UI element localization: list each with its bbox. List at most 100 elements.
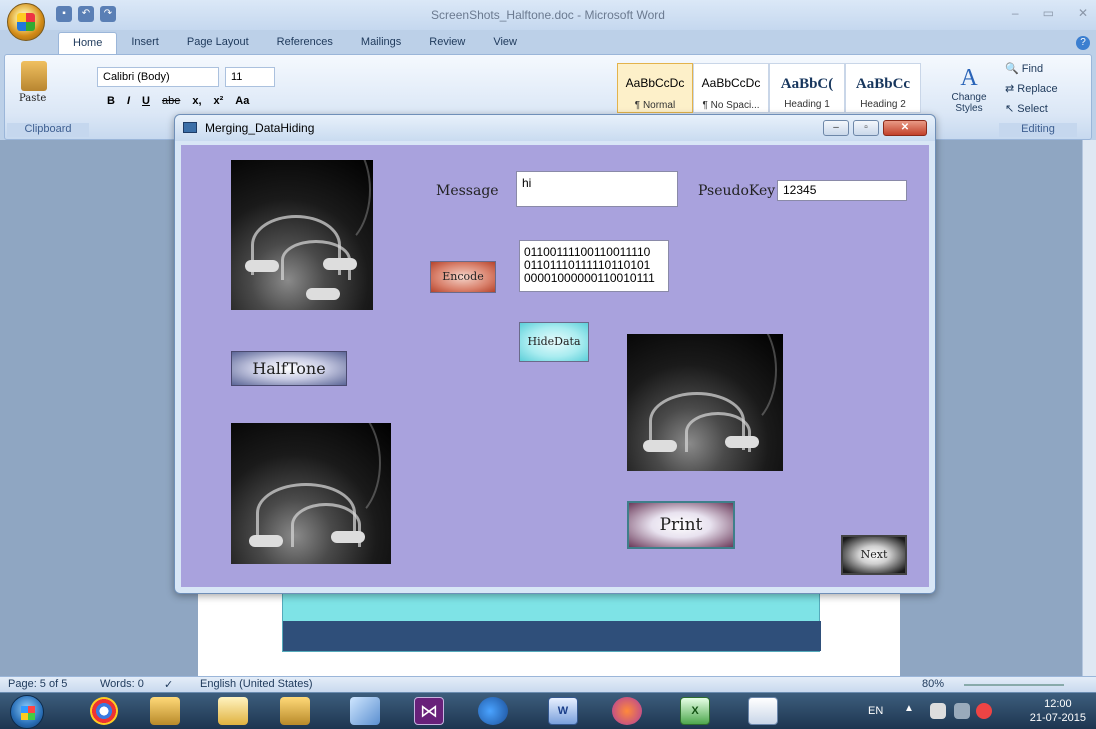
style-preview: AaBbCcDc — [625, 76, 685, 90]
zoom-slider[interactable] — [964, 684, 1064, 686]
action-center-icon[interactable] — [930, 703, 946, 719]
embedded-taskbar — [283, 621, 821, 651]
tab-home[interactable]: Home — [58, 32, 118, 54]
strikethrough-button[interactable]: abe — [162, 95, 180, 107]
windows-logo-icon — [21, 706, 35, 720]
volume-icon[interactable] — [976, 703, 992, 719]
change-styles-label: Change Styles — [951, 92, 987, 114]
word-window-title: ScreenShots_Halftone.doc - Microsoft Wor… — [431, 8, 665, 22]
style-heading-2[interactable]: AaBbCc Heading 2 — [845, 63, 921, 113]
binary-line: 00001000000110010111 — [524, 271, 655, 285]
chrome-icon[interactable] — [90, 697, 118, 725]
page-count[interactable]: Page: 5 of 5 — [8, 678, 67, 690]
tab-view[interactable]: View — [479, 32, 531, 54]
next-button[interactable]: Next — [841, 535, 907, 575]
hidedata-button[interactable]: HideData — [519, 322, 589, 362]
windows-taskbar: ⋈ W X EN ▲ 12:00 21-07-2015 — [0, 692, 1096, 729]
zoom-level[interactable]: 80% — [922, 678, 944, 690]
encode-button[interactable]: Encode — [430, 261, 496, 293]
help-icon[interactable]: ? — [1076, 36, 1090, 50]
tab-page-layout[interactable]: Page Layout — [173, 32, 263, 54]
app-minimize-button[interactable]: – — [823, 120, 849, 136]
language-status[interactable]: English (United States) — [200, 678, 313, 690]
close-icon[interactable]: ✕ — [1078, 6, 1088, 20]
image-cloud — [245, 260, 279, 272]
binary-output: 01100111100110011110 0110111011111011010… — [519, 240, 669, 292]
image-cloud — [725, 436, 759, 448]
toolbox-icon[interactable] — [280, 697, 310, 725]
tab-mailings[interactable]: Mailings — [347, 32, 415, 54]
show-hidden-icons-icon[interactable]: ▲ — [904, 703, 918, 717]
folder-icon[interactable] — [218, 697, 248, 725]
office-button[interactable] — [7, 3, 45, 41]
app-maximize-button[interactable]: ▫ — [853, 120, 879, 136]
pseudokey-input[interactable]: 12345 — [777, 180, 907, 201]
app-window-icon — [183, 122, 197, 133]
font-size-select[interactable]: 11 — [225, 67, 275, 87]
halftone-image — [231, 423, 391, 564]
bold-button[interactable]: B — [107, 95, 115, 107]
select-label: Select — [1017, 103, 1048, 115]
excel-icon[interactable]: X — [680, 697, 710, 725]
document-icon[interactable] — [748, 697, 778, 725]
app-client-area: Message hi PseudoKey 12345 0110011110011… — [181, 145, 929, 587]
style-no-spacing[interactable]: AaBbCcDc ¶ No Spaci... — [693, 63, 769, 113]
style-preview: AaBbCc — [855, 76, 911, 92]
app-title: Merging_DataHiding — [205, 121, 315, 135]
toolbox-icon[interactable] — [150, 697, 180, 725]
change-styles-button[interactable]: A Change Styles — [945, 65, 993, 114]
word-count[interactable]: Words: 0 — [100, 678, 144, 690]
style-name: Heading 2 — [860, 99, 906, 110]
print-button[interactable]: Print — [627, 501, 735, 549]
cover-image — [231, 160, 373, 310]
vertical-scrollbar[interactable] — [1082, 140, 1096, 676]
clock[interactable]: 12:00 21-07-2015 — [1030, 697, 1086, 725]
input-language[interactable]: EN — [868, 705, 883, 717]
superscript-button[interactable]: x² — [214, 95, 224, 107]
style-heading-1[interactable]: AaBbC( Heading 1 — [769, 63, 845, 113]
find-button[interactable]: 🔍 Find — [1005, 59, 1058, 79]
image-cloud — [249, 535, 283, 547]
tab-insert[interactable]: Insert — [117, 32, 173, 54]
maximize-icon[interactable]: ▭ — [1043, 6, 1054, 20]
style-name: ¶ Normal — [634, 100, 676, 111]
paste-label: Paste — [19, 93, 47, 104]
style-normal[interactable]: AaBbCcDc ¶ Normal — [617, 63, 693, 113]
replace-label: Replace — [1017, 83, 1058, 95]
pseudokey-label: PseudoKey — [698, 183, 776, 199]
image-cloud — [323, 258, 357, 270]
halftone-button[interactable]: HalfTone — [231, 351, 347, 386]
format-buttons: B I U abe x, x² Aa — [107, 95, 249, 107]
notes-icon[interactable] — [350, 697, 380, 725]
italic-button[interactable]: I — [127, 95, 130, 107]
app-titlebar: Merging_DataHiding – ▫ ✕ — [175, 115, 935, 141]
font-name-select[interactable]: Calibri (Body) — [97, 67, 219, 87]
network-icon[interactable] — [478, 697, 508, 725]
ribbon-tabs: Home Insert Page Layout References Maili… — [58, 32, 531, 54]
style-name: Heading 1 — [784, 99, 830, 110]
tab-review[interactable]: Review — [415, 32, 479, 54]
clipboard-icon — [21, 61, 47, 91]
change-case-button[interactable]: Aa — [235, 95, 249, 107]
start-button[interactable] — [10, 695, 44, 729]
tab-references[interactable]: References — [263, 32, 347, 54]
select-button[interactable]: ↖ Select — [1005, 99, 1058, 119]
word-window-controls: – ▭ ✕ — [1012, 6, 1088, 20]
stego-image — [627, 334, 783, 471]
minimize-icon[interactable]: – — [1012, 6, 1019, 20]
app-close-button[interactable]: ✕ — [883, 120, 927, 136]
word-icon[interactable]: W — [548, 697, 578, 725]
visual-studio-icon[interactable]: ⋈ — [414, 697, 444, 725]
editing-group-label: Editing — [999, 123, 1077, 137]
replace-button[interactable]: ⇄ Replace — [1005, 79, 1058, 99]
image-cloud — [643, 440, 677, 452]
editing-group: 🔍 Find ⇄ Replace ↖ Select — [1005, 59, 1058, 119]
paste-button[interactable]: Paste — [19, 61, 49, 111]
underline-button[interactable]: U — [142, 95, 150, 107]
change-styles-icon: A — [960, 65, 978, 91]
media-icon[interactable] — [612, 697, 642, 725]
subscript-button[interactable]: x, — [192, 95, 201, 107]
proofing-icon[interactable]: ✓ — [164, 678, 173, 691]
message-input[interactable]: hi — [516, 171, 678, 207]
network-tray-icon[interactable] — [954, 703, 970, 719]
